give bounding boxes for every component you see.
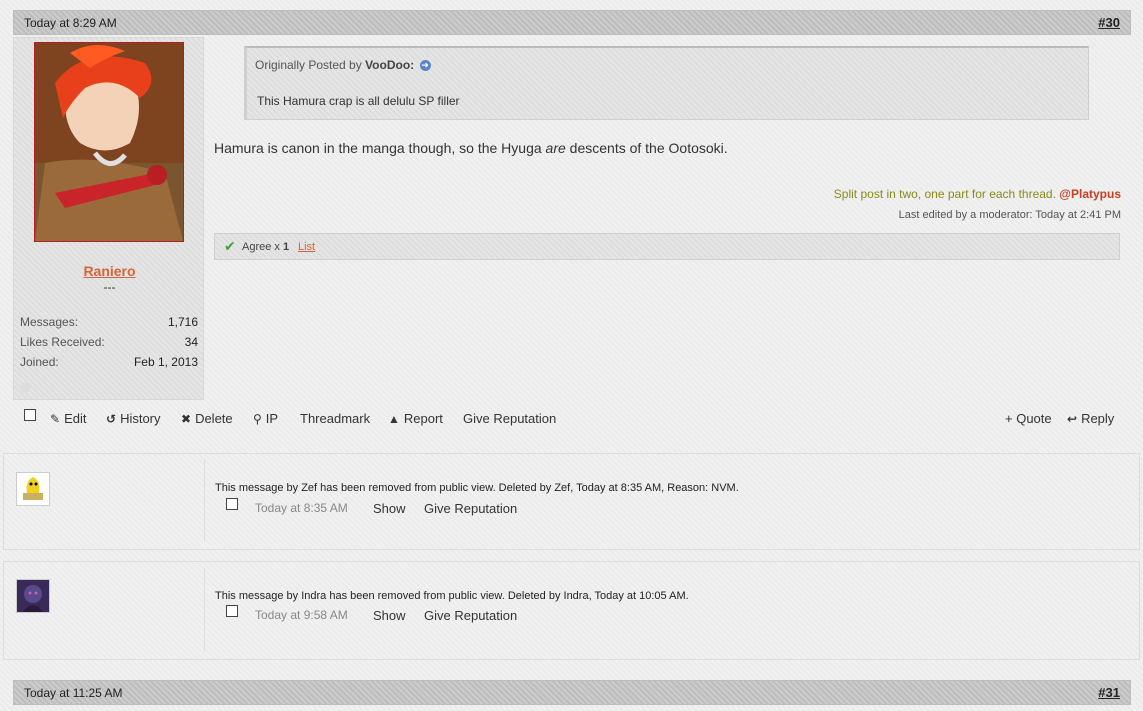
- reply-icon: ↩: [1067, 412, 1078, 426]
- post-date: Today at 11:25 AM: [24, 686, 123, 700]
- post-header-bar: Today at 11:25 AM #31: [13, 680, 1131, 705]
- give-reputation-button[interactable]: Give Reputation: [463, 411, 556, 426]
- username-link[interactable]: Raniero: [14, 263, 205, 279]
- divider: [204, 568, 205, 651]
- give-reputation-button[interactable]: Give Reputation: [424, 501, 517, 516]
- select-post-checkbox[interactable]: [226, 605, 238, 617]
- checkmark-icon: ✔: [224, 238, 236, 254]
- select-post-checkbox[interactable]: [226, 498, 238, 510]
- stat-value: 1,716: [167, 315, 198, 329]
- history-icon: ↺: [106, 412, 117, 426]
- close-icon: ✖: [181, 412, 192, 426]
- ip-label: IP: [265, 411, 279, 426]
- message-body: Hamura is canon in the manga though, so …: [214, 140, 728, 156]
- deleted-notice: This message by Zef has been removed fro…: [215, 482, 739, 494]
- show-button[interactable]: Show: [373, 501, 406, 516]
- stat-value: 34: [184, 335, 198, 349]
- delete-label: Delete: [195, 411, 233, 426]
- reply-button[interactable]: ↩ Reply: [1067, 411, 1114, 426]
- message-text-emphasis: are: [545, 140, 566, 156]
- report-button[interactable]: ▲ Report: [388, 411, 443, 426]
- search-icon: ⚲: [253, 412, 262, 426]
- deleted-post: This message by Zef has been removed fro…: [3, 453, 1140, 550]
- user-title: ---: [103, 280, 116, 294]
- quote-button[interactable]: + Quote: [1005, 411, 1052, 426]
- user-panel: Raniero --- Messages: 1,716 Likes Receiv…: [13, 37, 204, 400]
- quote-prefix: Originally Posted by: [255, 58, 362, 72]
- deleted-notice: This message by Indra has been removed f…: [215, 590, 689, 602]
- stat-label: Joined:: [20, 355, 59, 369]
- post-time-link[interactable]: Today at 8:35 AM: [255, 501, 348, 515]
- post-header-bar: Today at 8:29 AM #30: [13, 10, 1131, 35]
- deleted-post: This message by Indra has been removed f…: [3, 561, 1140, 660]
- arrow-right-icon[interactable]: ➜: [419, 60, 431, 72]
- avatar[interactable]: [16, 472, 50, 506]
- pencil-icon: ✎: [50, 412, 61, 426]
- ip-button[interactable]: ⚲ IP: [253, 411, 278, 426]
- last-edited: Last edited by a moderator: Today at 2:4…: [898, 209, 1121, 221]
- post-time-link[interactable]: Today at 9:58 AM: [255, 608, 348, 622]
- post-permalink[interactable]: #31: [1098, 685, 1120, 700]
- post-actions: ✎ Edit ↺ History ✖ Delete ⚲ IP Threadmark ▲ R…: [0, 409, 1143, 429]
- agree-count: Agree x 1: [242, 241, 289, 253]
- quote-attribution: Originally Posted by VooDoo: ➜: [255, 58, 431, 72]
- give-reputation-button[interactable]: Give Reputation: [424, 608, 517, 623]
- likes-list-link[interactable]: List: [298, 241, 315, 253]
- select-post-checkbox[interactable]: [24, 409, 36, 421]
- post-permalink[interactable]: #30: [1098, 15, 1120, 30]
- history-button[interactable]: ↺ History: [106, 411, 161, 426]
- report-label: Report: [403, 411, 443, 426]
- quote-text: This Hamura crap is all delulu SP filler: [257, 94, 460, 108]
- moderator-mention[interactable]: @Platypus: [1059, 187, 1121, 201]
- reply-label: Reply: [1081, 411, 1115, 426]
- show-button[interactable]: Show: [373, 608, 406, 623]
- message-text-after: descents of the Ootosoki.: [565, 140, 728, 156]
- stat-label: Messages:: [20, 315, 79, 329]
- agree-label: Agree x: [242, 241, 280, 253]
- edit-label: Edit: [64, 411, 87, 426]
- quote-block: Originally Posted by VooDoo: ➜ This Hamu…: [244, 46, 1089, 120]
- likes-summary: ✔ Agree x 1 List: [214, 233, 1120, 260]
- moderator-note-text: Split post in two, one part for each thr…: [833, 187, 1056, 201]
- avatar[interactable]: [16, 579, 50, 613]
- quote-author[interactable]: VooDoo:: [365, 58, 414, 72]
- post-date: Today at 8:29 AM: [24, 16, 117, 30]
- delete-button[interactable]: ✖ Delete: [181, 411, 233, 426]
- stat-label: Likes Received:: [20, 335, 105, 349]
- agree-number: 1: [282, 241, 290, 253]
- moderator-note: Split post in two, one part for each thr…: [834, 187, 1121, 201]
- threadmark-button[interactable]: Threadmark: [300, 411, 370, 426]
- divider: [204, 460, 205, 541]
- edit-button[interactable]: ✎ Edit: [50, 411, 86, 426]
- stat-value: Feb 1, 2013: [133, 355, 198, 369]
- history-label: History: [120, 411, 161, 426]
- avatar[interactable]: [34, 42, 184, 242]
- warning-icon: ▲: [388, 412, 400, 426]
- message-text-before: Hamura is canon in the manga though, so …: [214, 140, 546, 156]
- online-status-icon: [20, 383, 30, 393]
